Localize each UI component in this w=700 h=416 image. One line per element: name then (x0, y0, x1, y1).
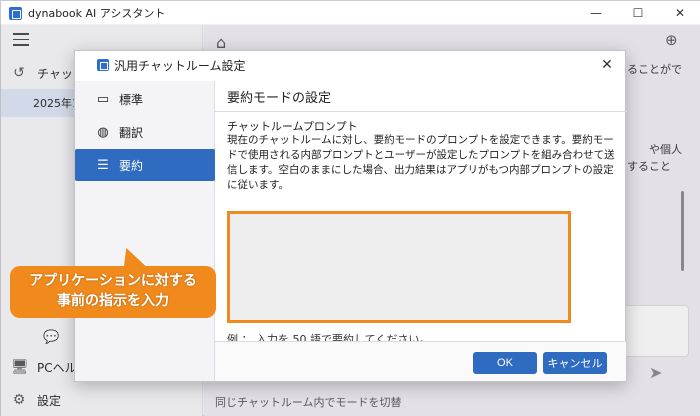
nav-item-translate[interactable]: ◍ 翻訳 (75, 116, 215, 148)
minimize-button[interactable]: — (575, 1, 617, 25)
list-icon: ☰ (97, 157, 109, 173)
dialog-title-bar: 汎用チャットルーム設定 ✕ (75, 51, 625, 79)
cancel-button[interactable]: キャンセル (543, 352, 607, 374)
prompt-description: 現在のチャットルームに対し、要約モードのプロンプトを設定できます。要約モードで使… (227, 134, 615, 191)
window-controls: — ☐ ✕ (575, 1, 700, 25)
dialog-nav: ▭ 標準 ◍ 翻訳 ☰ 要約 (75, 81, 215, 381)
callout-line-1: アプリケーションに対する (29, 273, 197, 289)
section-title: 要約モードの設定 (227, 91, 332, 106)
nav-item-summary[interactable]: ☰ 要約 (75, 149, 215, 181)
app-title: dynabook AI アシスタント (28, 7, 166, 20)
dialog-close-button[interactable]: ✕ (597, 55, 617, 75)
close-button[interactable]: ✕ (659, 1, 700, 25)
dialog-title: 汎用チャットルーム設定 (114, 58, 246, 73)
title-bar: dynabook AI アシスタント — ☐ ✕ (1, 1, 700, 25)
speech-bubble-icon: ▭ (96, 91, 110, 107)
chatroom-settings-dialog: 汎用チャットルーム設定 ✕ ▭ 標準 ◍ 翻訳 ☰ 要約 要約モードの設定 チャ… (74, 50, 627, 382)
prompt-label: チャットルームプロンプト (227, 120, 358, 133)
nav-item-label: 翻訳 (119, 125, 144, 140)
callout-line-2: 事前の指示を入力 (57, 293, 169, 309)
dialog-app-icon (97, 59, 109, 71)
maximize-button[interactable]: ☐ (617, 1, 659, 25)
prompt-textarea[interactable] (227, 211, 571, 323)
nav-item-label: 要約 (119, 158, 144, 173)
ok-button[interactable]: OK (473, 352, 537, 374)
translate-icon: ◍ (97, 124, 109, 140)
divider (215, 111, 627, 112)
nav-item-standard[interactable]: ▭ 標準 (75, 83, 215, 115)
app-logo-icon (9, 6, 22, 20)
nav-item-label: 標準 (119, 92, 144, 107)
dialog-footer: OK キャンセル (215, 341, 626, 381)
annotation-callout: アプリケーションに対する 事前の指示を入力 (10, 266, 216, 318)
